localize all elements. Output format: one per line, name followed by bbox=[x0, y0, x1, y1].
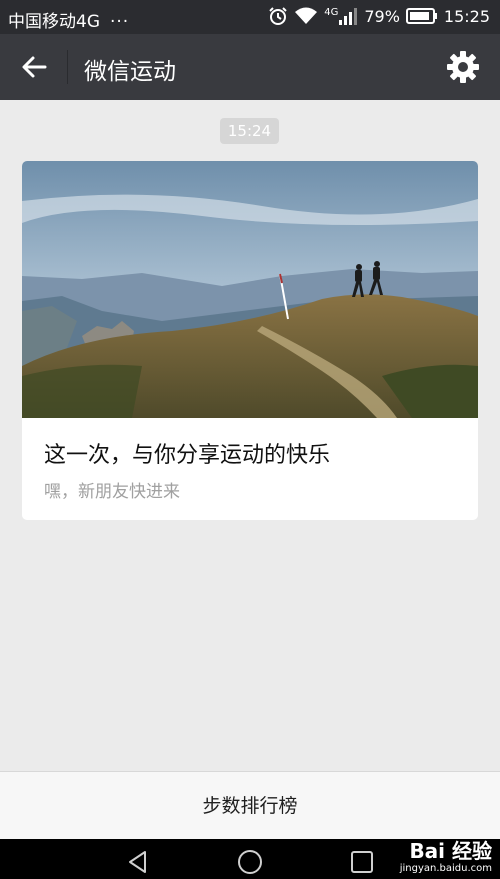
gear-icon bbox=[447, 51, 479, 83]
battery-icon bbox=[405, 7, 438, 25]
title-divider bbox=[67, 50, 68, 84]
bottom-bar: 步数排行榜 bbox=[0, 771, 500, 839]
more-notifications: ··· bbox=[110, 12, 130, 32]
back-arrow-icon bbox=[22, 56, 47, 78]
watermark-domain: jingyan.baidu.com bbox=[399, 863, 492, 874]
step-ranking-button[interactable]: 步数排行榜 bbox=[0, 772, 500, 840]
card-headline: 这一次，与你分享运动的快乐 bbox=[44, 443, 331, 468]
system-navigation-bar: Bai 经验 jingyan.baidu.com bbox=[0, 839, 500, 879]
nav-recent-icon[interactable] bbox=[349, 849, 375, 875]
card-subline: 嘿，新朋友快进来 bbox=[44, 482, 180, 502]
wifi-icon bbox=[294, 6, 318, 26]
status-bar: 中国移动4G ··· 4G 79% 15:25 bbox=[0, 0, 500, 34]
message-timestamp: 15:24 bbox=[220, 118, 279, 144]
share-card[interactable]: 这一次，与你分享运动的快乐 嘿，新朋友快进来 bbox=[22, 161, 478, 520]
status-right: 4G 79% 15:25 bbox=[268, 6, 490, 26]
mountain-hikers-image bbox=[22, 161, 478, 418]
carrier-label: 中国移动4G bbox=[8, 12, 100, 32]
alarm-icon bbox=[268, 6, 288, 26]
settings-button[interactable] bbox=[446, 50, 480, 84]
watermark-brand: Bai 经验 bbox=[409, 839, 492, 863]
signal-icon bbox=[338, 6, 358, 26]
page-title: 微信运动 bbox=[84, 59, 176, 85]
back-button[interactable] bbox=[16, 50, 52, 84]
nav-home-icon[interactable] bbox=[237, 849, 263, 875]
status-left: 中国移动4G ··· bbox=[8, 7, 129, 32]
title-bar: 微信运动 bbox=[0, 34, 500, 100]
battery-percent: 79% bbox=[364, 6, 400, 26]
clock: 15:25 bbox=[443, 6, 490, 26]
network-type: 4G bbox=[324, 6, 339, 18]
nav-back-icon[interactable] bbox=[125, 849, 151, 875]
baidu-watermark: Bai 经验 jingyan.baidu.com bbox=[400, 839, 492, 875]
